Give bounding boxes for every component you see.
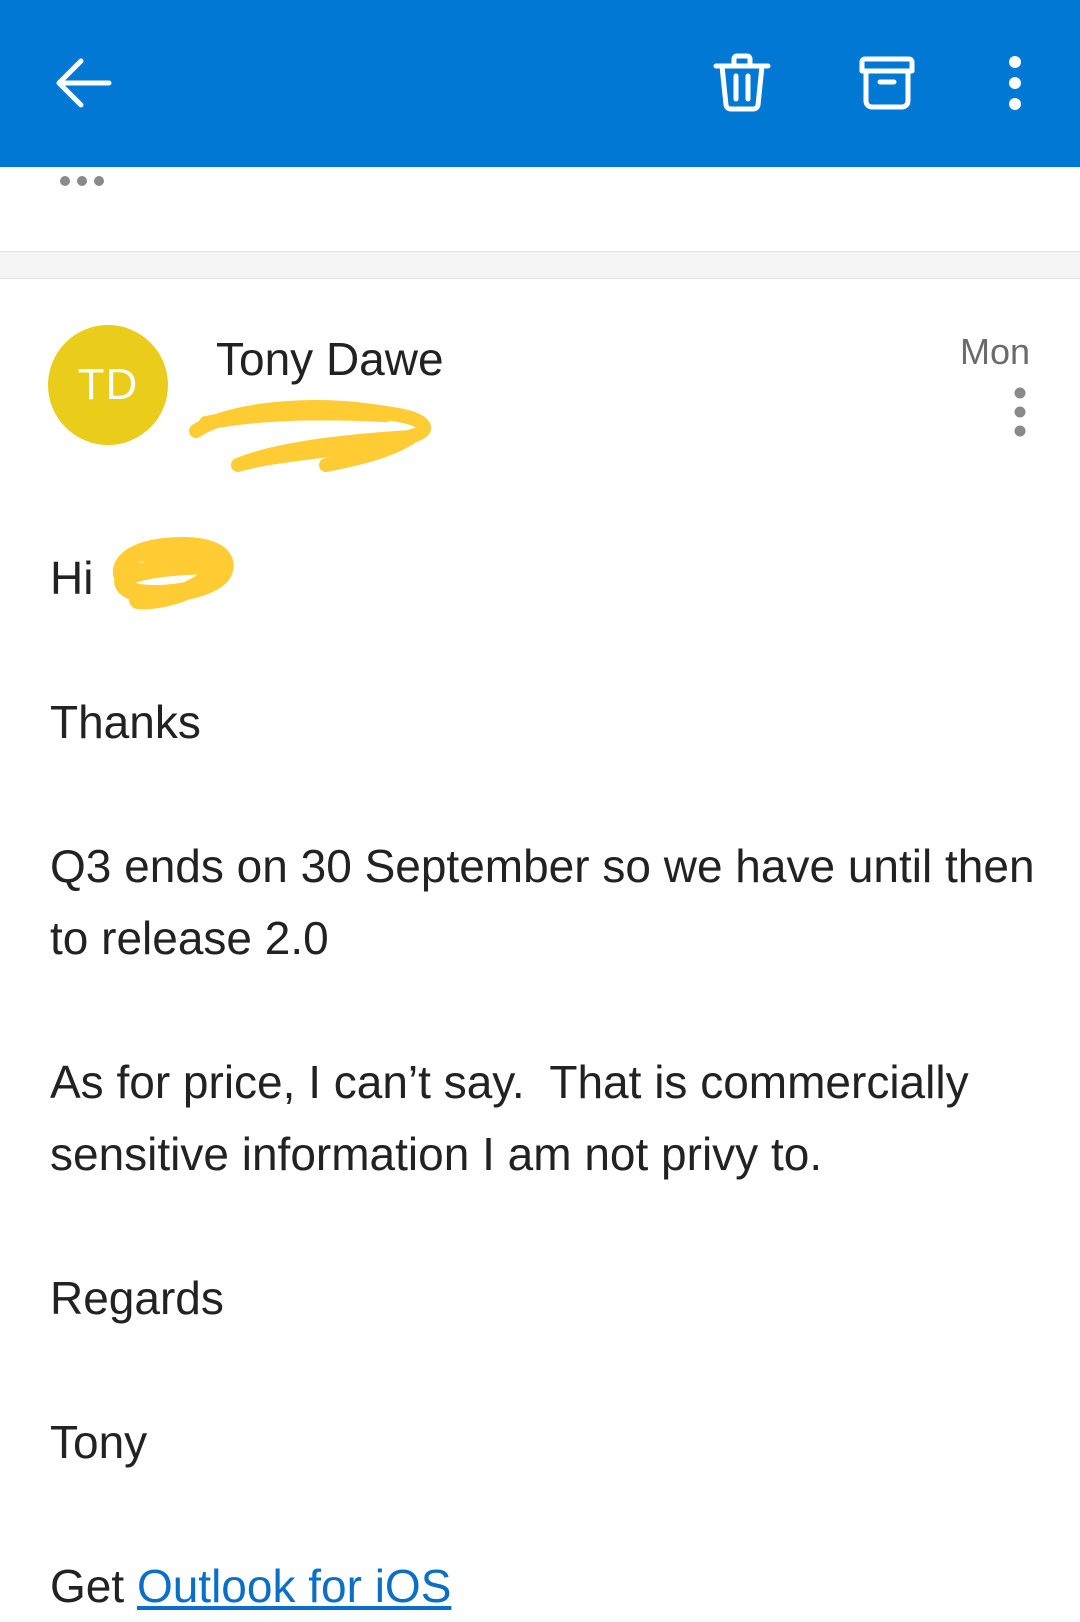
more-vertical-icon (1009, 56, 1021, 110)
sender-name[interactable]: Tony Dawe (216, 332, 444, 386)
archive-icon (859, 56, 915, 110)
body-paragraph: Regards (50, 1272, 224, 1324)
message-date: Mon (959, 331, 1030, 372)
recipient-redaction-scribble (113, 537, 234, 610)
body-paragraph: Thanks (50, 696, 201, 748)
outlook-for-ios-link[interactable]: Outlook for iOS (137, 1560, 451, 1612)
body-paragraph: Q3 ends on 30 September so we have until… (50, 840, 1035, 964)
back-button[interactable] (38, 38, 128, 128)
signature-name: Tony (50, 1416, 148, 1468)
show-earlier-messages-icon[interactable] (58, 174, 108, 188)
footer-prefix: Get (50, 1560, 137, 1612)
footer-line: Get Outlook for iOS (50, 1550, 1040, 1622)
archive-button[interactable] (842, 38, 932, 128)
more-options-button[interactable] (970, 38, 1060, 128)
top-app-bar (0, 0, 1080, 167)
delete-button[interactable] (697, 38, 787, 128)
sender-avatar[interactable]: TD (48, 325, 168, 445)
greeting-text: Hi (50, 552, 94, 604)
arrow-left-icon (56, 58, 112, 108)
message-divider (0, 251, 1080, 279)
body-paragraph: As for price, I can’t say. That is comme… (50, 1056, 982, 1180)
avatar-initials: TD (77, 360, 139, 409)
redaction-scribble (189, 400, 431, 472)
message-more-icon[interactable] (1005, 386, 1035, 438)
trash-icon (713, 53, 771, 112)
